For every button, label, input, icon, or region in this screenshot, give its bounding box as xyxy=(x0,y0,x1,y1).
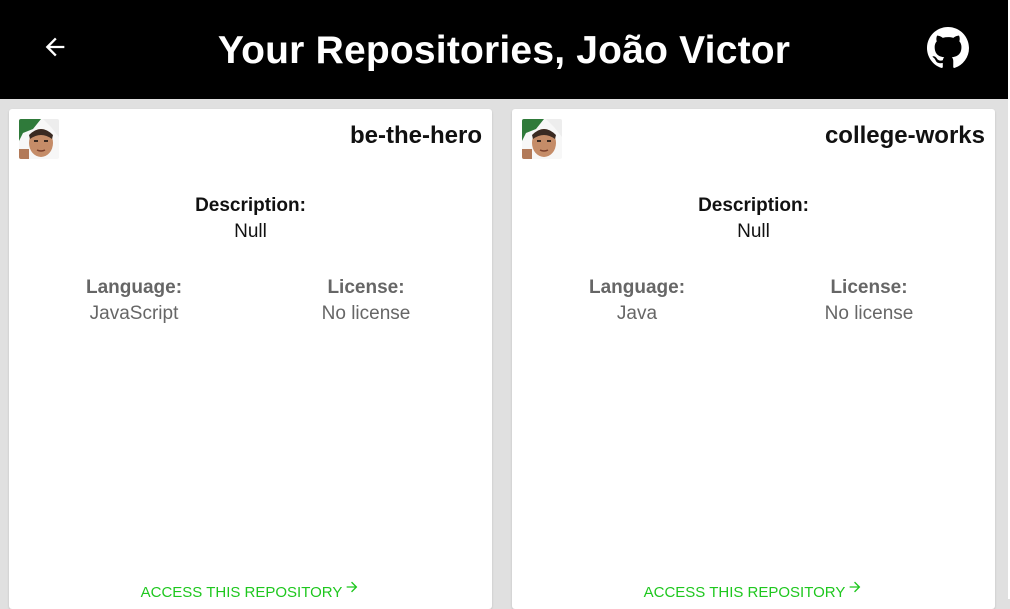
license-value: No license xyxy=(824,303,914,324)
language-value: Java xyxy=(616,303,658,324)
license-value: No license xyxy=(321,303,411,324)
access-repository-link[interactable]: ACCESS THIS REPOSITORY xyxy=(512,579,995,601)
avatar xyxy=(19,119,59,159)
language-label: Language: xyxy=(85,277,183,298)
license-section: License: No license xyxy=(769,275,969,327)
description-value: Null xyxy=(234,221,267,242)
arrow-right-icon xyxy=(847,579,863,599)
repo-name: be-the-hero xyxy=(350,122,482,149)
access-repository-link[interactable]: ACCESS THIS REPOSITORY xyxy=(9,579,492,601)
access-link-label: ACCESS THIS REPOSITORY xyxy=(643,584,846,601)
description-section: Description: Null xyxy=(512,193,995,245)
language-value: JavaScript xyxy=(89,303,179,324)
github-icon xyxy=(927,27,969,68)
app-header: Your Repositories, João Victor xyxy=(0,0,1008,99)
license-label: License: xyxy=(327,277,405,298)
language-section: Language: JavaScript xyxy=(34,275,234,327)
avatar xyxy=(522,119,562,159)
language-section: Language: Java xyxy=(537,275,737,327)
repo-card: college-works Description: Null Language… xyxy=(512,109,995,609)
github-button[interactable] xyxy=(924,24,972,72)
description-value: Null xyxy=(737,221,770,242)
arrow-right-icon xyxy=(344,579,360,599)
repo-name: college-works xyxy=(824,122,985,149)
description-section: Description: Null xyxy=(9,193,492,245)
description-label: Description: xyxy=(195,195,306,216)
language-label: Language: xyxy=(588,277,686,298)
description-label: Description: xyxy=(698,195,809,216)
license-section: License: No license xyxy=(266,275,466,327)
page-title: Your Repositories, João Victor xyxy=(217,29,791,72)
license-label: License: xyxy=(830,277,908,298)
access-link-label: ACCESS THIS REPOSITORY xyxy=(140,584,343,601)
repo-card: be-the-hero Description: Null Language: … xyxy=(9,109,492,609)
